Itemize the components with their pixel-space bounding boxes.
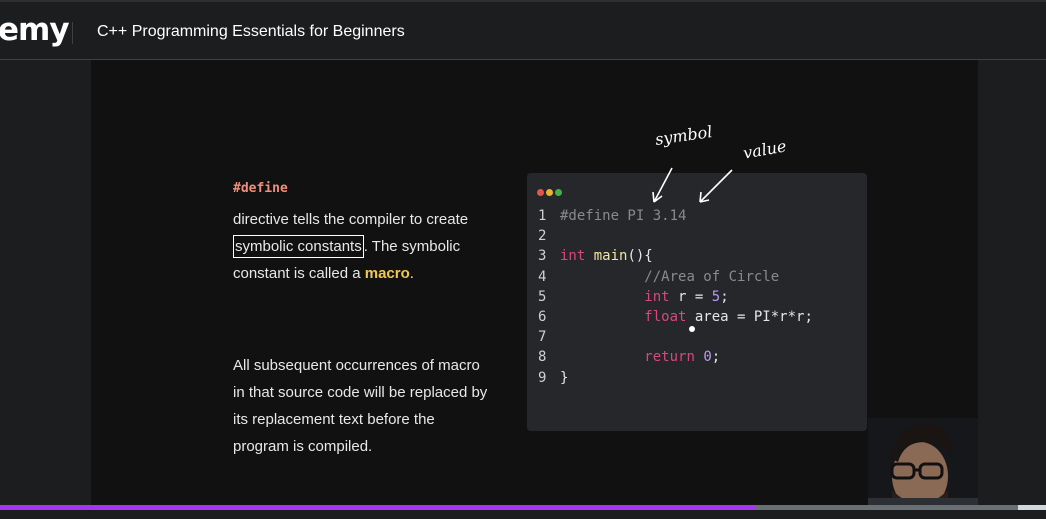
para1-text-1: directive tells the compiler to create — [233, 211, 469, 228]
code-line-5: int r = 5; — [644, 288, 729, 305]
slide-paragraph-2: All subsequent occurrences of macro in t… — [233, 357, 488, 455]
minimize-dot-icon — [546, 189, 553, 196]
window-dots — [537, 183, 564, 201]
code-line-4: //Area of Circle — [644, 268, 780, 285]
line-number: 7 — [538, 329, 547, 346]
line-number: 4 — [538, 268, 547, 285]
code-line-1: #define PI 3.14 — [560, 208, 687, 224]
code-line-9: } — [560, 369, 569, 386]
code-line-8: return 0; — [644, 349, 721, 366]
line-number: 8 — [538, 349, 547, 366]
line-number: 2 — [538, 228, 547, 245]
macro-term: macro — [364, 265, 410, 282]
code-window: 1 #define PI 3.14 2 3 int main(){ 4 //Area… — [527, 173, 867, 431]
maximize-dot-icon — [555, 189, 562, 196]
slide-paragraph-1: directive tells the compiler to create s… — [233, 206, 493, 287]
bottom-strip — [0, 510, 1046, 519]
code-line-3: int main(){ — [560, 248, 653, 265]
arrow-value-icon — [699, 169, 733, 203]
line-number: 9 — [538, 369, 547, 386]
presenter-webcam — [868, 418, 978, 508]
presenter-image — [868, 418, 978, 508]
define-keyword: #define — [233, 181, 288, 196]
line-number: 5 — [538, 288, 547, 305]
line-number: 6 — [538, 309, 547, 326]
pointer-dot — [689, 326, 695, 332]
top-bar: emy C++ Programming Essentials for Begin… — [0, 0, 1046, 60]
udemy-logo[interactable]: emy — [0, 12, 70, 48]
boxed-term: symbolic constants — [233, 235, 364, 258]
annotation-arrows — [652, 167, 733, 203]
arrow-symbol-icon — [652, 167, 673, 203]
code-line-6: float area = PI*r*r; — [644, 309, 813, 326]
close-dot-icon — [537, 189, 544, 196]
line-number: 3 — [538, 248, 547, 265]
line-number: 1 — [538, 208, 547, 224]
para1-text-3: . — [409, 265, 414, 282]
code-block: 1 #define PI 3.14 2 3 int main(){ 4 //Area… — [538, 206, 813, 388]
header-divider — [72, 22, 73, 44]
course-title[interactable]: C++ Programming Essentials for Beginners — [97, 23, 405, 41]
